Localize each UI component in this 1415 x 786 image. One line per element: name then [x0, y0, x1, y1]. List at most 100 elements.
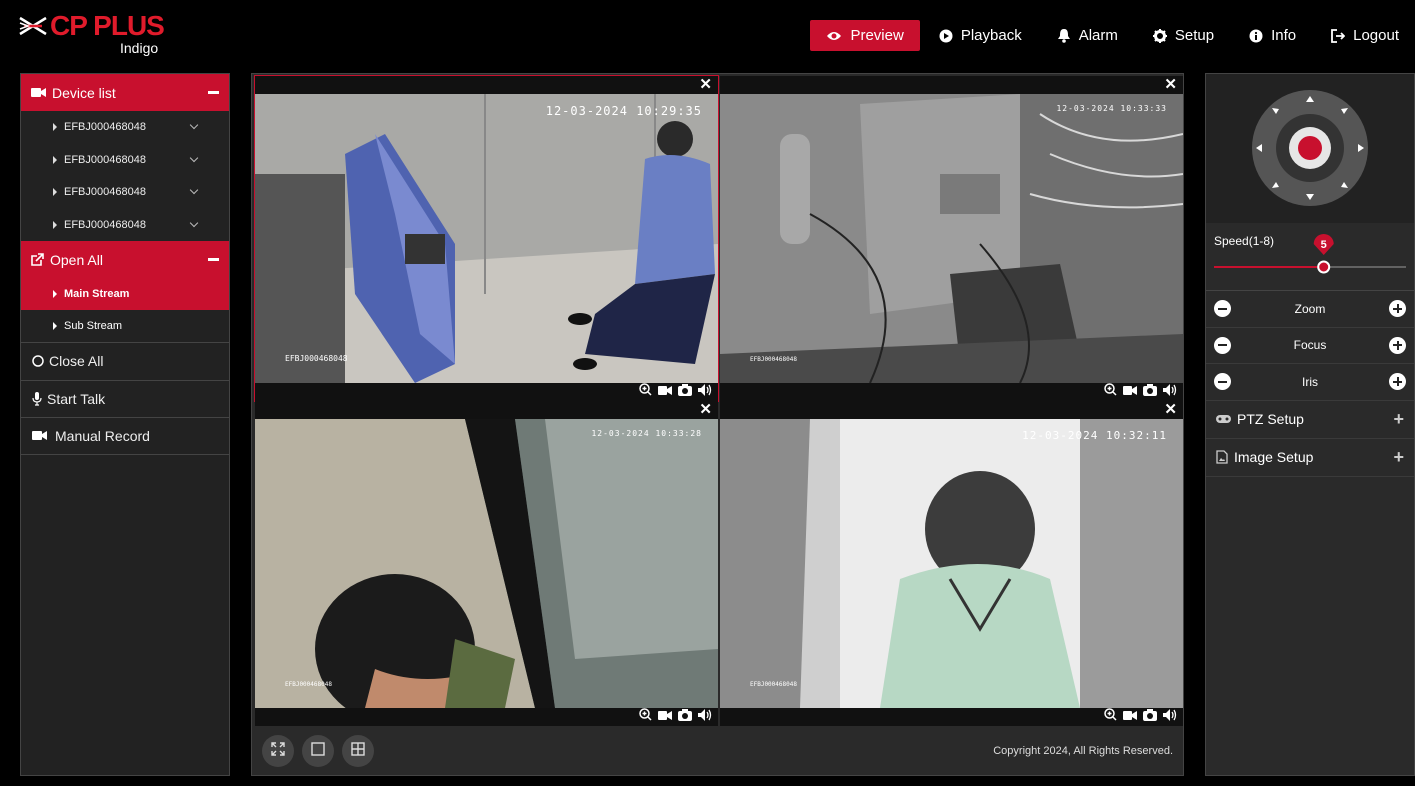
open-all-header[interactable]: Open All [21, 241, 229, 278]
video-feed[interactable]: 12-03-2024 10:33:33 EFBJ000468048 [720, 94, 1183, 383]
video-camera-icon [31, 87, 46, 98]
timestamp: 12-03-2024 10:29:35 [545, 104, 702, 118]
nav-label: Logout [1353, 27, 1399, 44]
chevron-down-icon[interactable] [189, 153, 199, 162]
tile-toolbar [255, 708, 718, 726]
record-icon[interactable] [1123, 383, 1137, 401]
zoom-in-icon[interactable] [1389, 300, 1406, 318]
close-icon[interactable]: ✕ [1164, 77, 1177, 93]
camera-feed-image [720, 94, 1183, 383]
camera-feed-image [720, 419, 1183, 708]
open-all-label: Open All [50, 251, 103, 268]
device-item[interactable]: EFBJ000468048 [21, 176, 229, 209]
tile-toolbar [255, 383, 718, 401]
zoom-in-icon[interactable] [1104, 708, 1117, 726]
focus-minus-icon[interactable] [1214, 336, 1231, 354]
close-all-button[interactable]: Close All [21, 342, 229, 380]
fullscreen-button[interactable] [262, 735, 294, 767]
camera-label: EFBJ000468048 [285, 354, 348, 363]
audio-icon[interactable] [1163, 383, 1177, 401]
record-icon[interactable] [658, 383, 672, 401]
ptz-panel: Speed(1-8) 5 Zoom Focus Iris PTZ Setup +… [1205, 73, 1415, 776]
snapshot-icon[interactable] [1143, 383, 1157, 401]
ptz-joystick-area [1206, 74, 1414, 223]
snapshot-icon[interactable] [678, 383, 692, 401]
timestamp: 12-03-2024 10:33:33 [1056, 104, 1167, 113]
fullscreen-icon [271, 741, 285, 761]
snapshot-icon[interactable] [1143, 708, 1157, 726]
chevron-down-icon[interactable] [189, 185, 199, 195]
audio-icon[interactable] [698, 708, 712, 726]
device-item[interactable]: EFBJ000468048 [21, 209, 229, 242]
video-feed[interactable]: 12-03-2024 10:29:35 EFBJ000468048 [255, 94, 718, 383]
video-tile[interactable]: ✕ 12-03-2024 10:32:11 EFBJ000468048 [720, 401, 1183, 726]
device-list-header[interactable]: Device list [21, 74, 229, 111]
audio-icon[interactable] [698, 383, 712, 401]
gear-icon [1152, 28, 1167, 43]
video-feed[interactable]: 12-03-2024 10:32:11 EFBJ000468048 [720, 419, 1183, 708]
snapshot-icon[interactable] [678, 708, 692, 726]
speed-value: 5 [1321, 239, 1327, 251]
video-tile[interactable]: ✕ 12-03-2024 10:29:35 EFBJ000468048 [254, 75, 719, 402]
nav-preview[interactable]: Preview [810, 20, 920, 51]
zoom-in-icon[interactable] [639, 708, 652, 726]
image-setup-row[interactable]: Image Setup + [1206, 439, 1414, 477]
iris-minus-icon[interactable] [1214, 373, 1231, 391]
sub-stream-option[interactable]: Sub Stream [21, 310, 229, 342]
chevron-down-icon[interactable] [189, 218, 199, 227]
cp-plus-logo-icon [19, 16, 47, 36]
top-nav: Preview Playback Alarm Setup Info Logout [807, 20, 1415, 51]
record-icon[interactable] [1123, 708, 1137, 726]
close-icon[interactable]: ✕ [1164, 402, 1177, 418]
iris-plus-icon[interactable] [1389, 373, 1406, 391]
speed-control: Speed(1-8) 5 [1206, 223, 1414, 291]
manual-record-button[interactable]: Manual Record [21, 417, 229, 455]
video-feed[interactable]: 12-03-2024 10:33:28 EFBJ000468048 [255, 419, 718, 708]
eye-icon [826, 30, 842, 42]
record-icon[interactable] [658, 708, 672, 726]
focus-plus-icon[interactable] [1389, 336, 1406, 354]
expand-plus-icon[interactable]: + [1393, 447, 1404, 468]
start-talk-button[interactable]: Start Talk [21, 379, 229, 418]
nav-info[interactable]: Info [1233, 20, 1312, 51]
quad-view-button[interactable] [342, 735, 374, 767]
camera-label: EFBJ000468048 [750, 356, 797, 363]
caret-right-icon [53, 220, 57, 229]
chevron-down-icon[interactable] [189, 120, 199, 130]
ptz-joystick[interactable] [1206, 74, 1414, 223]
audio-icon[interactable] [1163, 708, 1177, 726]
collapse-icon[interactable] [208, 258, 219, 261]
gamepad-icon [1216, 414, 1231, 424]
caret-right-icon [53, 123, 57, 132]
stream-label: Sub Stream [64, 320, 123, 332]
nav-label: Setup [1174, 27, 1215, 44]
single-view-button[interactable] [302, 735, 334, 767]
zoom-in-icon[interactable] [1104, 383, 1117, 401]
collapse-icon[interactable] [208, 91, 219, 94]
speed-slider[interactable]: 5 [1206, 223, 1414, 291]
expand-plus-icon[interactable]: + [1393, 409, 1404, 430]
zoom-out-icon[interactable] [1214, 300, 1231, 318]
device-item[interactable]: EFBJ000468048 [21, 111, 229, 144]
device-item[interactable]: EFBJ000468048 [21, 144, 229, 177]
video-tile[interactable]: ✕ 12-03-2024 10:33:33 EFBJ000468048 [720, 76, 1183, 401]
grid-four-icon [351, 741, 365, 761]
main-stream-option[interactable]: Main Stream [21, 278, 229, 310]
zoom-in-icon[interactable] [639, 383, 652, 401]
nav-alarm[interactable]: Alarm [1041, 20, 1134, 51]
brand-subtitle: Indigo [120, 40, 159, 56]
left-sidebar: Device list EFBJ000468048 EFBJ000468048 … [20, 73, 230, 776]
ptz-setup-row[interactable]: PTZ Setup + [1206, 401, 1414, 439]
nav-logout[interactable]: Logout [1315, 20, 1415, 51]
single-square-icon [311, 741, 325, 761]
device-list-label: Device list [52, 84, 116, 101]
brand-name: CP PLUS [50, 10, 165, 41]
zoom-row: Zoom [1206, 291, 1414, 328]
close-icon[interactable]: ✕ [699, 77, 712, 93]
nav-playback[interactable]: Playback [923, 20, 1038, 51]
caret-right-icon [53, 322, 57, 330]
nav-setup[interactable]: Setup [1137, 20, 1230, 51]
iris-row: Iris [1206, 364, 1414, 401]
video-tile[interactable]: ✕ 12-03-2024 10:33:28 EFBJ000468048 [255, 401, 718, 726]
close-icon[interactable]: ✕ [699, 402, 712, 418]
